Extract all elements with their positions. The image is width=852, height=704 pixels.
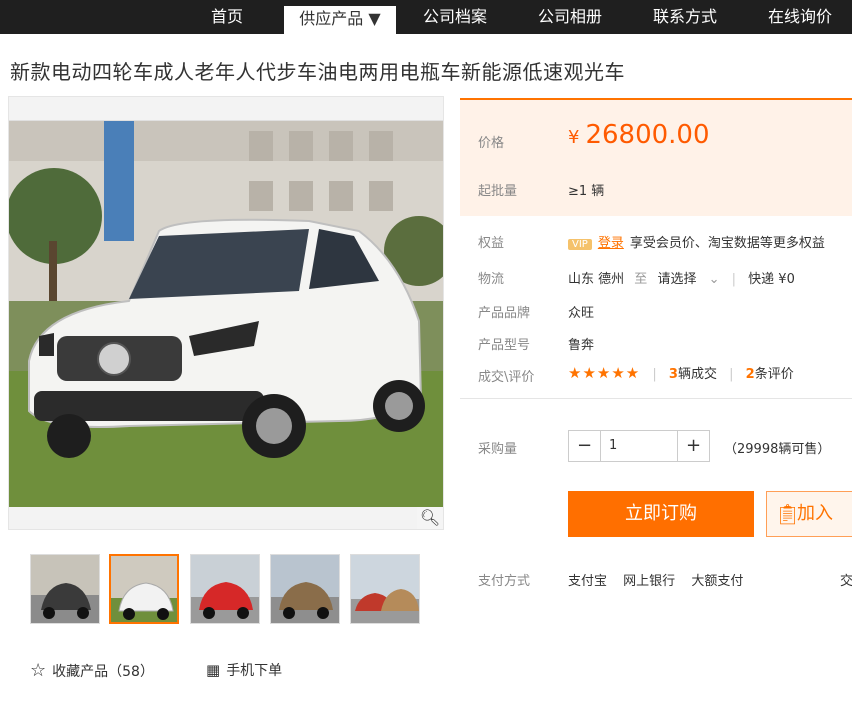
thumbnail-1[interactable] [30, 554, 100, 624]
benefits-row: 权益 VIP 登录 享受会员价、淘宝数据等更多权益 [460, 226, 852, 256]
clipboard-icon: 📋︎ [775, 502, 801, 526]
price-box: 价格 ¥26800.00 起批量 ≥1 辆 [460, 98, 852, 216]
price-label: 价格 [478, 136, 505, 151]
model-row: 产品型号 鲁奔 [460, 328, 852, 358]
add-to-cart-button[interactable]: 📋︎ 加入 [766, 491, 852, 537]
chevron-down-icon[interactable]: ⌄ [709, 272, 720, 287]
ship-to-label: 至 [634, 272, 648, 287]
main-product-image[interactable] [9, 121, 443, 509]
deals-value: ★★★★★ | 3辆成交 | 2条评价 [568, 363, 794, 382]
model-label: 产品型号 [478, 338, 531, 353]
benefits-label: 权益 [478, 236, 505, 251]
increase-button[interactable]: + [677, 431, 709, 461]
add-to-cart-label: 加入 [797, 503, 833, 524]
decrease-button[interactable]: − [569, 431, 601, 461]
quantity-stepper: − 1 + [568, 430, 710, 462]
review-text[interactable]: 条评价 [755, 367, 794, 382]
thumbnail-4[interactable] [270, 554, 340, 624]
review-count[interactable]: 2 [746, 367, 755, 382]
payment-label: 支付方式 [478, 574, 531, 589]
star-outline-icon: ☆ [30, 660, 47, 681]
image-top-strip [9, 97, 443, 121]
image-bottom-strip [9, 507, 443, 529]
brand-label: 产品品牌 [478, 306, 531, 321]
nav-item-products[interactable]: 供应产品 ▼ [284, 6, 396, 34]
nav-item-inquiry[interactable]: 在线询价 [755, 0, 845, 34]
divider: | [652, 367, 657, 382]
model-value: 鲁奔 [568, 338, 595, 353]
vip-badge: VIP [568, 239, 592, 250]
brand-value: 众旺 [568, 306, 595, 321]
divider: | [731, 272, 737, 287]
divider: | [729, 367, 734, 382]
payment-option-online-banking: 网上银行 [623, 574, 676, 589]
mobile-order-label: 手机下单 [226, 663, 283, 679]
nav-item-company-profile[interactable]: 公司档案 [410, 0, 500, 34]
nav-item-home[interactable]: 首页 [196, 0, 258, 34]
nav-item-contact[interactable]: 联系方式 [640, 0, 730, 34]
currency-symbol: ¥ [568, 127, 580, 148]
favorite-product-button[interactable]: ☆ 收藏产品（58） [30, 660, 154, 681]
purchase-qty-label: 采购量 [478, 442, 518, 457]
price-amount: 26800.00 [585, 120, 710, 150]
qr-code-icon: ▦ [206, 661, 220, 679]
min-order-label: 起批量 [478, 184, 518, 199]
payment-option-alipay: 支付宝 [568, 574, 608, 589]
deals-label: 成交\评价 [478, 370, 535, 385]
thumbnail-5[interactable] [350, 554, 420, 624]
sold-count[interactable]: 3 [669, 367, 678, 382]
ship-from: 山东 德州 [568, 272, 625, 287]
buy-now-button[interactable]: 立即订购 [568, 491, 754, 537]
nav-item-company-album[interactable]: 公司相册 [525, 0, 615, 34]
product-title: 新款电动四轮车成人老年人代步车油电两用电瓶车新能源低速观光车 [10, 60, 625, 84]
price-value: ¥26800.00 [568, 120, 710, 150]
logistics-row: 物流 山东 德州 至 请选择 ⌄ | 快递 ¥0 [460, 262, 852, 292]
mobile-order-button[interactable]: ▦ 手机下单 [206, 660, 282, 680]
rating-stars: ★★★★★ [568, 364, 641, 382]
section-divider [460, 398, 852, 399]
benefits-text: 享受会员价、淘宝数据等更多权益 [629, 236, 825, 251]
logistics-value: 山东 德州 至 请选择 ⌄ | 快递 ¥0 [568, 268, 795, 287]
logistics-label: 物流 [478, 272, 505, 287]
thumbnail-2[interactable] [109, 554, 179, 624]
payment-extra: 交 [840, 574, 852, 589]
top-nav: 首页 供应产品 ▼ 公司档案 公司相册 联系方式 在线询价 [0, 0, 852, 34]
express-fee: 快递 ¥0 [748, 272, 795, 287]
payment-options: 支付宝 网上银行 大额支付 [568, 570, 755, 589]
favorite-label: 收藏产品（58） [52, 664, 154, 680]
sold-text[interactable]: 辆成交 [678, 367, 717, 382]
quantity-input[interactable]: 1 [609, 438, 617, 453]
main-image-viewer: 🔍︎ [8, 96, 444, 530]
min-order-value: ≥1 辆 [568, 184, 605, 199]
payment-option-large-payment: 大额支付 [691, 574, 744, 589]
stock-available: （29998辆可售） [724, 442, 831, 457]
thumbnail-3[interactable] [190, 554, 260, 624]
zoom-icon[interactable]: 🔍︎ [417, 507, 443, 529]
destination-select[interactable]: 请选择 [657, 272, 696, 287]
brand-row: 产品品牌 众旺 [460, 296, 852, 326]
benefits-value: VIP 登录 享受会员价、淘宝数据等更多权益 [568, 232, 825, 251]
login-link[interactable]: 登录 [598, 236, 624, 251]
deals-row: 成交\评价 ★★★★★ | 3辆成交 | 2条评价 [460, 360, 852, 390]
